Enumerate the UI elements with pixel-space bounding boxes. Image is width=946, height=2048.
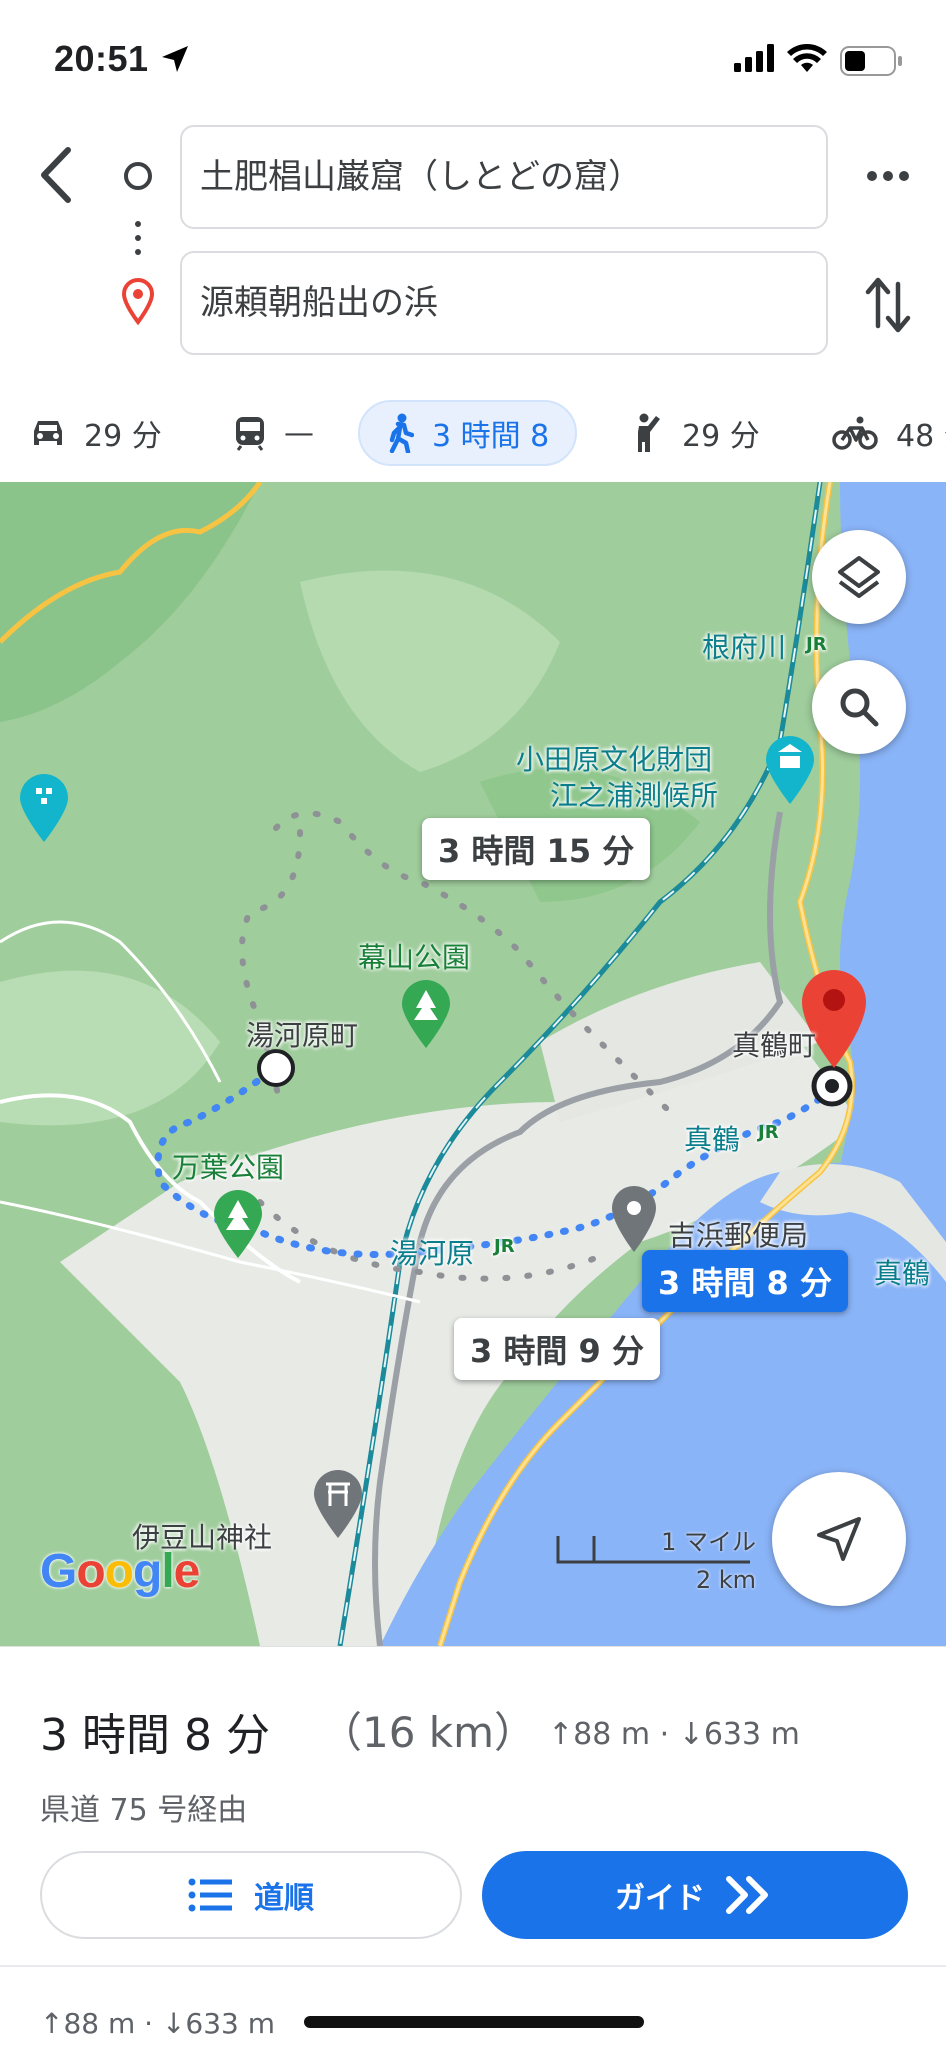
train-icon (236, 417, 264, 451)
mode-bike-label: 48 分 (896, 419, 946, 454)
label-yoshihama-post[interactable]: 吉浜郵便局 (668, 1214, 808, 1254)
mode-ride-label: 29 分 (682, 419, 760, 454)
hail-ride-icon (638, 413, 660, 452)
home-indicator[interactable] (304, 2016, 644, 2028)
label-bunkazai-1[interactable]: 小田原文化財団 (516, 738, 712, 778)
status-bar: 20:51 (0, 0, 946, 120)
double-chevron-right-icon (726, 1876, 768, 1914)
mode-ride[interactable]: 29 分 (634, 400, 760, 466)
mode-car-label: 29 分 (84, 419, 162, 454)
steps-button-label: 道順 (254, 1881, 314, 1916)
location-arrow-icon (162, 46, 188, 72)
sheet-divider (0, 1965, 946, 1967)
guide-button-label: ガイド (615, 1881, 705, 1916)
jr-badge-manazuru: JR (758, 1122, 779, 1143)
walking-icon (389, 413, 414, 453)
map-view[interactable]: JR JR JR 根府川 小田原文化財団 江之浦測候所 幕山公園 湯河原町 万葉… (0, 482, 946, 1646)
layers-button[interactable] (812, 530, 906, 624)
mode-transit[interactable]: — (234, 400, 314, 466)
label-makuyama-park[interactable]: 幕山公園 (358, 936, 470, 976)
scale-imperial: 1 マイル (661, 1528, 756, 1556)
guide-button[interactable]: ガイド (482, 1851, 908, 1939)
status-time: 20:51 (54, 38, 149, 79)
navigation-arrow-icon (817, 1517, 861, 1561)
map-scale: 1 マイル 2 km (556, 1522, 756, 1602)
summary-distance: （16 km） (320, 1708, 537, 1757)
label-manazuru-station[interactable]: 真鶴 (684, 1118, 740, 1158)
jr-badge-yugawara: JR (494, 1236, 515, 1257)
route-bubble-selected[interactable]: 3 時間 8 分 (642, 1250, 848, 1312)
layers-icon (838, 556, 880, 598)
jr-badge-nebukawa: JR (806, 634, 827, 655)
car-icon (34, 421, 62, 445)
route-endpoints-icon (121, 162, 155, 326)
bicycle-icon (832, 416, 878, 450)
scale-metric: 2 km (695, 1566, 756, 1594)
route-bubble-alt1[interactable]: 3 時間 15 分 (422, 818, 651, 880)
summary-via: 県道 75 号経由 (40, 1793, 248, 1828)
label-yugawara-town: 湯河原町 (246, 1019, 359, 1052)
list-icon (188, 1878, 232, 1912)
swap-icon[interactable] (862, 272, 914, 338)
route-bubble-alt2[interactable]: 3 時間 9 分 (454, 1318, 660, 1380)
summary-elevation: ↑88 m · ↓633 m (548, 1717, 800, 1752)
mode-transit-label: — (284, 415, 314, 451)
label-manazuru-town: 真鶴町 (732, 1029, 817, 1062)
mode-walk-label: 3 時間 8 (432, 419, 550, 454)
summary-duration: 3 時間 8 分 (40, 1710, 270, 1761)
search-map-button[interactable] (812, 660, 906, 754)
elevation-detail: ↑88 m · ↓633 m (40, 2007, 276, 2040)
origin-input[interactable]: 土肥椙山巌窟（しとどの窟） (180, 125, 828, 229)
google-logo: Google (40, 1545, 200, 1598)
mode-bike[interactable]: 48 分 (832, 400, 946, 466)
destination-input[interactable]: 源頼朝船出の浜 (180, 251, 828, 355)
route-summary-sheet: 3 時間 8 分 （16 km） ↑88 m · ↓633 m 県道 75 号経… (0, 1646, 946, 2048)
wifi-icon (787, 44, 827, 72)
more-options-icon[interactable] (862, 150, 914, 202)
steps-button[interactable]: 道順 (40, 1851, 462, 1939)
battery-icon (840, 46, 902, 76)
label-bunkazai-2[interactable]: 江之浦測候所 (550, 774, 718, 814)
search-icon (840, 688, 879, 727)
my-location-button[interactable] (772, 1472, 906, 1606)
cellular-signal-icon (734, 44, 774, 72)
back-arrow-icon[interactable] (30, 140, 86, 210)
travel-mode-bar: 29 分 — 3 時間 8 29 分 48 分 (0, 392, 946, 472)
map-terrain (0, 482, 946, 1646)
label-manyo-park[interactable]: 万葉公園 (172, 1146, 284, 1186)
label-manazuru-right: 真鶴 (874, 1257, 931, 1290)
label-yugawara-station[interactable]: 湯河原 (390, 1232, 474, 1272)
mode-walk[interactable]: 3 時間 8 (358, 400, 578, 466)
mode-car[interactable]: 29 分 (30, 400, 162, 466)
label-nebukawa[interactable]: 根府川 (702, 626, 786, 666)
